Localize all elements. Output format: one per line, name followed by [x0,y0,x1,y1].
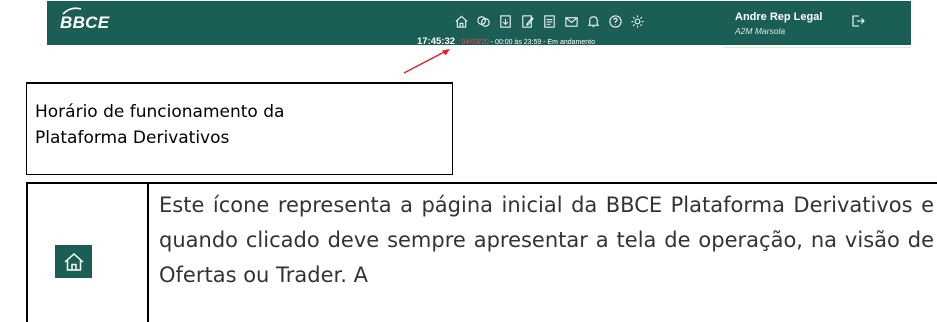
toolbar [453,13,645,29]
callout-arrow [403,49,450,74]
settings-icon[interactable] [629,13,645,29]
user-organization: A2M Marsola [735,26,786,36]
user-menu[interactable]: Andre Rep Legal A2M Marsola [723,0,911,48]
bbce-logo[interactable]: BBCE [60,13,109,33]
home-icon-description: Este ícone representa a página inicial d… [159,193,934,287]
document-download-icon[interactable] [497,13,513,29]
home-icon-tile [55,245,92,278]
callout-label-text: Horário de funcionamento da Plataforma D… [35,99,284,151]
help-icon[interactable] [607,13,623,29]
transfer-icon[interactable] [475,13,491,29]
table-top-border [26,182,937,184]
callout-label-box: Horário de funcionamento da Plataforma D… [26,83,453,175]
bell-icon[interactable] [585,13,601,29]
table-column-divider [147,182,149,322]
edit-document-icon[interactable] [519,13,535,29]
home-icon[interactable] [453,13,469,29]
description-table-row: Este ícone representa a página inicial d… [26,182,937,322]
status-date: 04/03/20 [461,39,489,46]
logout-icon[interactable] [851,14,865,28]
mail-icon[interactable] [563,13,579,29]
table-left-border [26,182,28,322]
user-name: Andre Rep Legal [735,11,823,23]
callout-label-line1: Horário de funcionamento da [35,102,285,122]
callout-label-line2: Plataforma Derivativos [35,128,230,148]
report-icon[interactable] [541,13,557,29]
home-icon [64,252,83,271]
status-hours: 00:00 às 23:59 - Em andamento [494,39,595,46]
